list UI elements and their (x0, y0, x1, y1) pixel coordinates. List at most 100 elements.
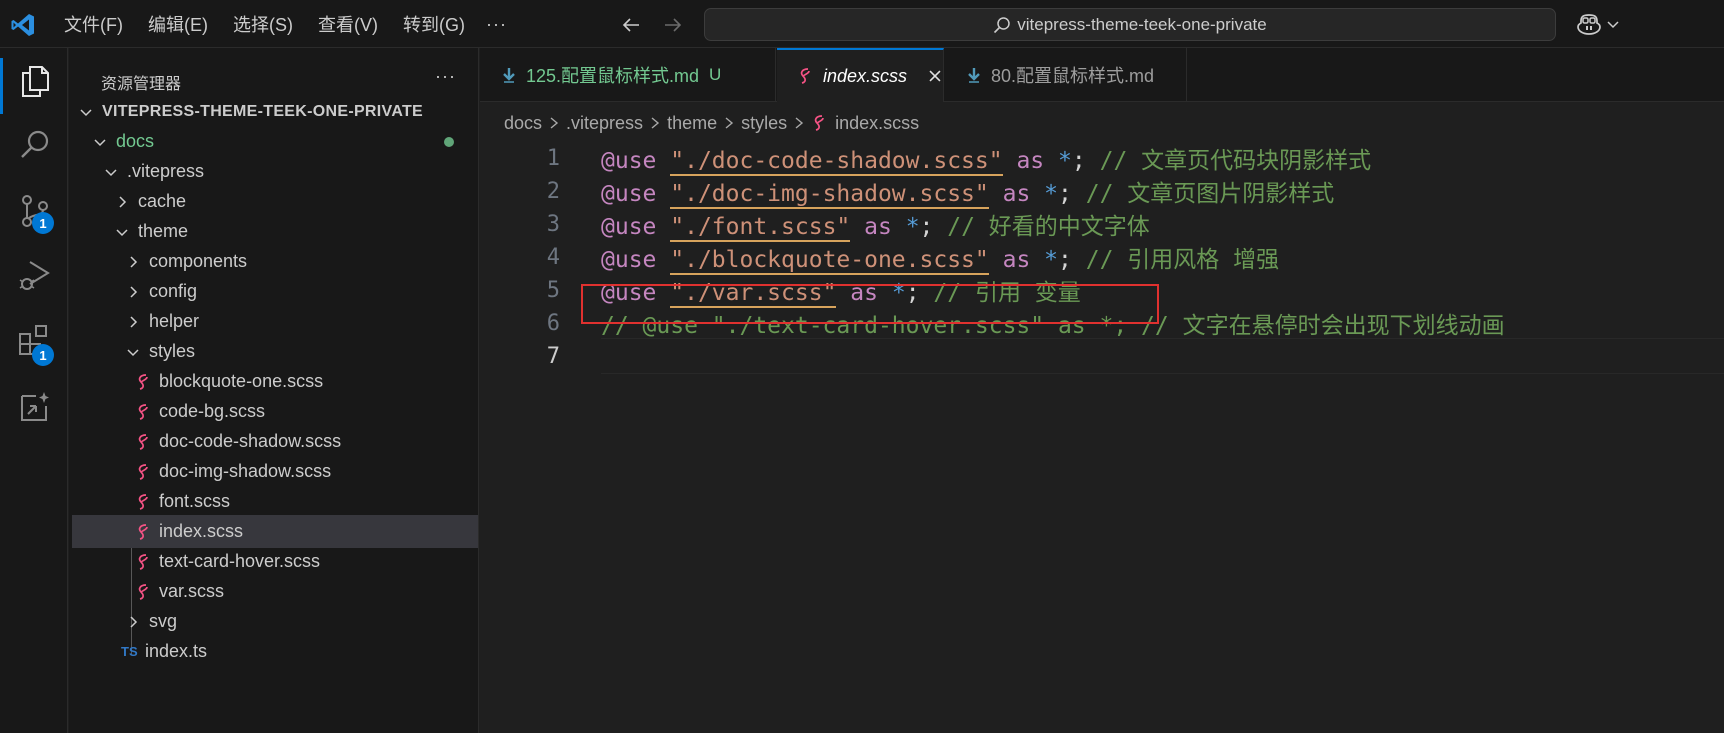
explorer-title: 资源管理器 (101, 76, 182, 93)
tree-folder-vitepress[interactable]: .vitepress (72, 155, 478, 188)
breadcrumb-docs[interactable]: docs (504, 113, 542, 134)
chevron-right-icon (550, 117, 559, 129)
tree-label: VITEPRESS-THEME-TEEK-ONE-PRIVATE (102, 102, 424, 120)
code-text: @use "./font.scss" as *; // 好看的中文字体 (601, 214, 1150, 242)
tree-label: code-bg.scss (159, 401, 266, 421)
copilot-menu[interactable] (1576, 12, 1624, 36)
line-number: 3 (546, 211, 560, 237)
remote-explorer-icon[interactable] (16, 388, 54, 426)
back-arrow-icon[interactable] (620, 14, 642, 36)
tree-label: var.scss (159, 581, 225, 601)
search-icon[interactable] (16, 126, 54, 164)
chevron-down-icon (127, 348, 139, 356)
vscode-logo-icon[interactable] (10, 12, 36, 38)
line-number: 4 (546, 244, 560, 270)
tree-folder-helper[interactable]: helper (72, 305, 478, 338)
tree-folder-components[interactable]: components (72, 245, 478, 278)
forward-arrow-icon[interactable] (662, 14, 684, 36)
chevron-right-icon (130, 285, 138, 298)
explorer-more-icon[interactable]: ··· (435, 66, 456, 87)
sass-file-icon (814, 115, 824, 131)
line-number: 1 (546, 145, 560, 171)
tree-folder-styles[interactable]: styles (72, 335, 478, 368)
tab-80-md[interactable]: 80.配置鼠标样式.md (945, 48, 1187, 102)
copilot-icon (1577, 14, 1601, 35)
tree-folder-config[interactable]: config (72, 275, 478, 308)
search-text: vitepress-theme-teek-one-private (1017, 14, 1267, 34)
tree-file-index-scss[interactable]: index.scss (72, 515, 478, 548)
line-number: 7 (546, 343, 560, 369)
current-line-highlight (601, 338, 1724, 374)
menu-more-icon[interactable]: ··· (486, 14, 507, 35)
tree-folder-theme[interactable]: theme (72, 215, 478, 248)
explorer-sidebar: 资源管理器 ··· VITEPRESS-THEME-TEEK-ONE-PRIVA… (69, 48, 479, 733)
breadcrumb-file[interactable]: index.scss (835, 113, 919, 134)
breadcrumb-styles[interactable]: styles (741, 113, 787, 134)
tree-label: theme (138, 221, 189, 241)
breadcrumb: docs .vitepress theme styles index.scss (504, 106, 919, 140)
chevron-right-icon (130, 615, 138, 628)
code-line: 2 @use "./doc-img-shadow.scss" as *; // … (480, 173, 1724, 209)
sass-file-icon (138, 463, 148, 480)
explorer-files-icon[interactable] (16, 62, 54, 100)
search-icon (994, 16, 1011, 33)
command-center-search[interactable]: vitepress-theme-teek-one-private (704, 8, 1556, 41)
sass-file-icon (138, 403, 148, 420)
title-bar: 文件(F) 编辑(E) 选择(S) 查看(V) 转到(G) ··· vitepr… (0, 0, 1724, 48)
chevron-down-icon (105, 168, 117, 176)
code-text: @use "./blockquote-one.scss" as *; // 引用… (601, 247, 1280, 275)
sass-file-icon (138, 493, 148, 510)
tree-label: helper (149, 311, 200, 331)
tree-label: .vitepress (127, 161, 205, 181)
tree-folder-cache[interactable]: cache (72, 185, 478, 218)
tree-label: docs (116, 131, 155, 151)
activity-bar: 1 1 (0, 48, 68, 733)
tree-label: config (149, 281, 198, 301)
chevron-right-icon (725, 117, 734, 129)
close-icon[interactable] (927, 68, 943, 84)
tree-file-code-bg[interactable]: code-bg.scss (72, 395, 478, 428)
menu-bar: 文件(F) 编辑(E) 选择(S) 查看(V) 转到(G) ··· (64, 0, 507, 48)
tree-file-font[interactable]: font.scss (72, 485, 478, 518)
menu-edit[interactable]: 编辑(E) (148, 11, 208, 37)
chevron-right-icon (119, 195, 127, 208)
tree-file-text-card-hover[interactable]: text-card-hover.scss (72, 545, 478, 578)
menu-go[interactable]: 转到(G) (403, 11, 465, 37)
tab-label: 80.配置鼠标样式.md (991, 66, 1155, 86)
tree-root[interactable]: VITEPRESS-THEME-TEEK-ONE-PRIVATE (72, 95, 478, 128)
tab-125-md[interactable]: 125.配置鼠标样式.md U (480, 48, 776, 102)
tree-file-blockquote-one[interactable]: blockquote-one.scss (72, 365, 478, 398)
tab-label: index.scss (823, 65, 908, 86)
menu-selection[interactable]: 选择(S) (233, 11, 293, 37)
chevron-down-icon (80, 108, 92, 116)
tree-folder-svg[interactable]: svg (72, 605, 478, 638)
code-text: @use "./doc-code-shadow.scss" as *; // 文… (601, 148, 1372, 176)
tree-label: blockquote-one.scss (159, 371, 324, 391)
modified-dot (444, 137, 454, 147)
breadcrumb-theme[interactable]: theme (667, 113, 717, 134)
run-debug-icon[interactable] (16, 256, 54, 294)
sass-file-icon (138, 433, 148, 450)
line-number: 2 (546, 178, 560, 204)
menu-view[interactable]: 查看(V) (318, 11, 378, 37)
code-line: 4 @use "./blockquote-one.scss" as *; // … (480, 239, 1724, 275)
tree-file-doc-code-shadow[interactable]: doc-code-shadow.scss (72, 425, 478, 458)
sass-file-icon (138, 553, 148, 570)
tree-label: doc-img-shadow.scss (159, 461, 332, 481)
tree-file-index-ts[interactable]: TS index.ts (72, 635, 478, 668)
tree-label: index.ts (145, 641, 208, 661)
tree-file-doc-img-shadow[interactable]: doc-img-shadow.scss (72, 455, 478, 488)
tree-label: text-card-hover.scss (159, 551, 321, 571)
chevron-right-icon (651, 117, 660, 129)
tab-index-scss[interactable]: index.scss (777, 48, 944, 102)
tree-label: svg (149, 611, 178, 631)
tree-label: components (149, 251, 248, 271)
code-line: 3 @use "./font.scss" as *; // 好看的中文字体 (480, 206, 1724, 242)
tree-file-var[interactable]: var.scss (72, 575, 478, 608)
line-number: 6 (546, 310, 560, 336)
breadcrumb-vitepress[interactable]: .vitepress (566, 113, 643, 134)
menu-file[interactable]: 文件(F) (64, 11, 123, 37)
tree-folder-docs[interactable]: docs (72, 125, 478, 158)
code-editor[interactable]: 1 @use "./doc-code-shadow.scss" as *; //… (480, 140, 1724, 733)
annotation-highlight-box (581, 284, 1159, 324)
